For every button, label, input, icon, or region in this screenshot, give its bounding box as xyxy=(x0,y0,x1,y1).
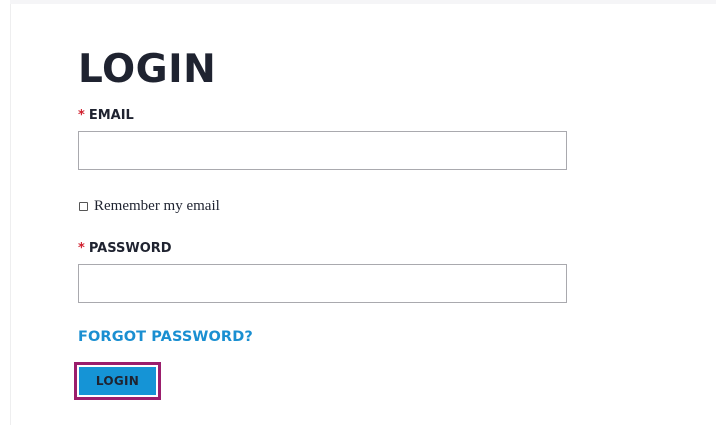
password-field[interactable] xyxy=(78,264,567,303)
forgot-password-link[interactable]: FORGOT PASSWORD? xyxy=(78,329,253,345)
page-title: LOGIN xyxy=(78,47,217,92)
email-field[interactable] xyxy=(78,131,567,170)
remember-email-checkbox[interactable] xyxy=(79,201,88,211)
required-marker: * xyxy=(78,241,85,256)
required-marker: * xyxy=(78,108,85,123)
login-page: LOGIN * EMAIL Remember my email * PASSWORD… xyxy=(0,0,716,425)
top-divider xyxy=(10,0,716,4)
password-label-text: PASSWORD xyxy=(88,241,172,256)
remember-email-label[interactable]: Remember my email xyxy=(94,198,220,215)
remember-email-option[interactable]: Remember my email xyxy=(78,196,220,216)
login-button[interactable]: LOGIN xyxy=(79,367,156,395)
email-label: * EMAIL xyxy=(78,108,134,124)
email-label-text: EMAIL xyxy=(88,108,134,123)
left-divider xyxy=(10,4,11,425)
password-label: * PASSWORD xyxy=(78,241,172,257)
